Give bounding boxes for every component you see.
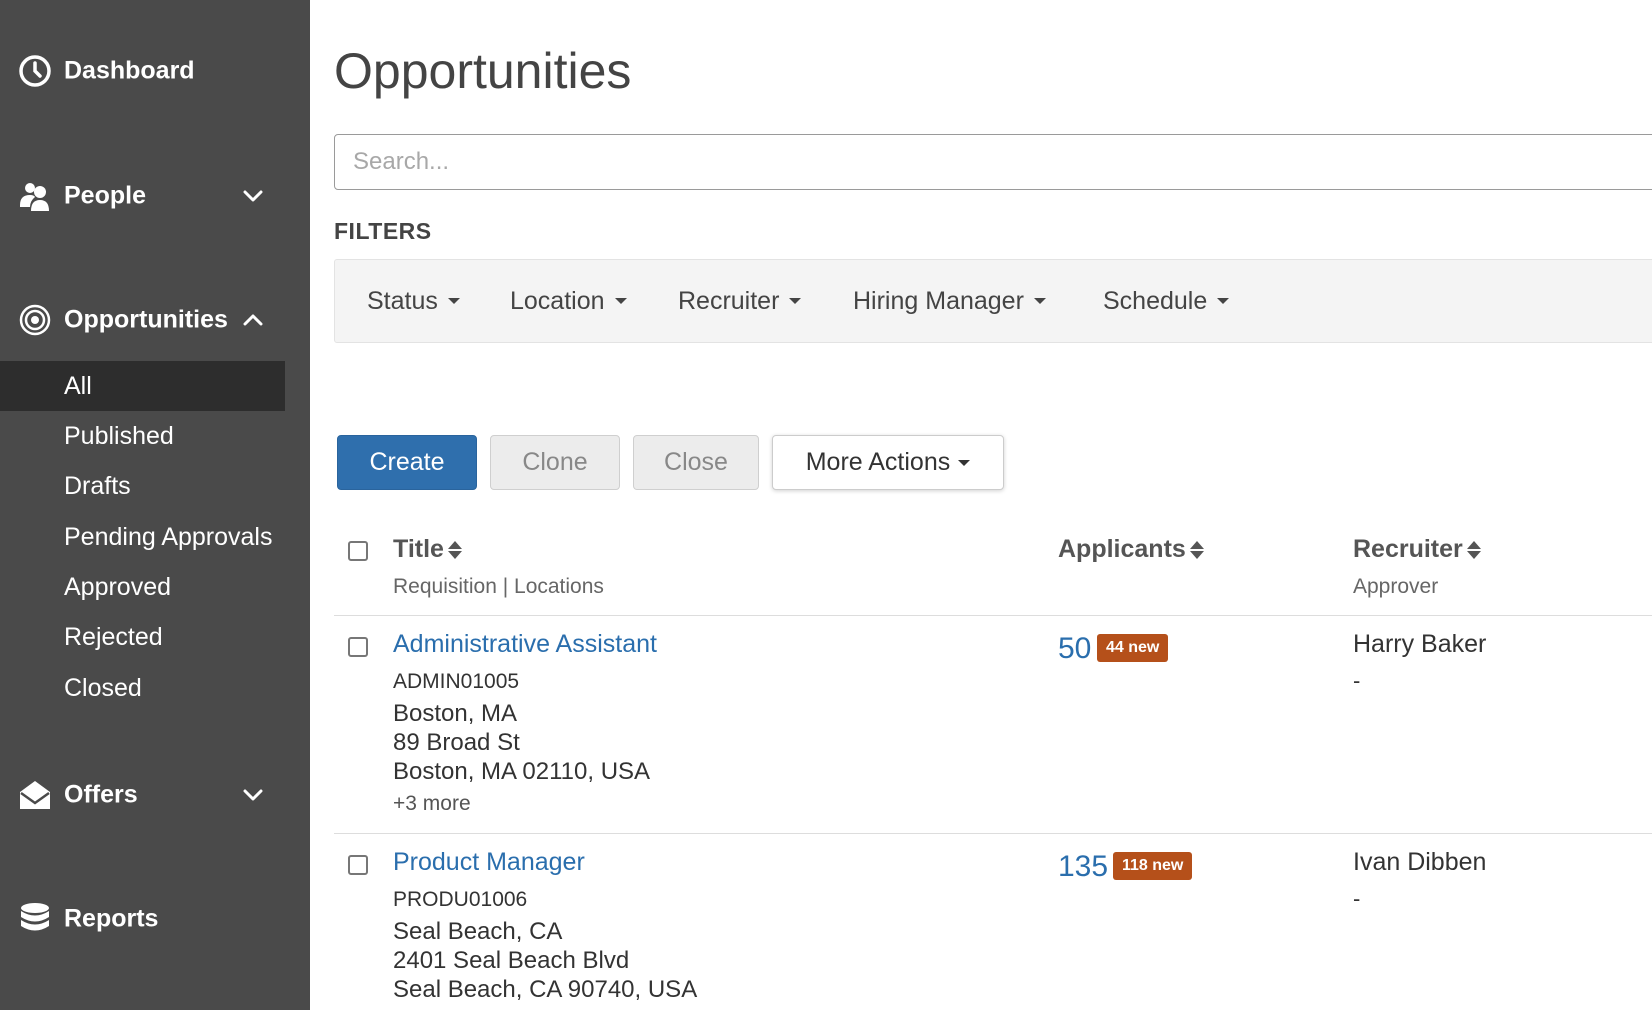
location-line: 89 Broad St <box>393 729 520 756</box>
row-divider <box>334 833 1652 834</box>
caret-down-icon <box>958 459 971 466</box>
sidebar-item-published[interactable]: Published <box>0 411 285 461</box>
chevron-down-icon <box>240 183 266 209</box>
close-button[interactable]: Close <box>633 435 759 490</box>
search-input[interactable] <box>334 134 1652 190</box>
sort-icon <box>447 540 462 559</box>
chevron-down-icon <box>240 782 266 808</box>
filter-status-label: Status <box>367 286 438 315</box>
location-line: Boston, MA <box>393 700 518 727</box>
database-icon <box>18 902 52 936</box>
filter-bar: Status Location Recruiter Hiring Manager… <box>334 259 1652 343</box>
location-line: Seal Beach, CA 90740, USA <box>393 976 698 1003</box>
filter-hiring-manager-label: Hiring Manager <box>853 286 1024 315</box>
sidebar-item-all[interactable]: All <box>0 361 285 411</box>
filter-schedule[interactable]: Schedule <box>1103 260 1230 342</box>
target-icon <box>18 303 52 337</box>
approver-name: - <box>1353 886 1361 911</box>
column-header-title[interactable]: Title <box>393 535 462 564</box>
sidebar-item-rejected[interactable]: Rejected <box>0 612 285 662</box>
approver-name: - <box>1353 668 1361 693</box>
caret-down-icon <box>447 298 460 304</box>
recruiter-name: Ivan Dibben <box>1353 848 1487 876</box>
more-locations-link[interactable]: +3 more <box>393 792 471 816</box>
row-divider <box>334 615 1652 616</box>
filter-recruiter-label: Recruiter <box>678 286 780 315</box>
filter-location[interactable]: Location <box>510 260 627 342</box>
more-actions-label: More Actions <box>805 448 951 476</box>
nav-reports-label: Reports <box>64 904 159 933</box>
sort-icon <box>1189 540 1204 559</box>
caret-down-icon <box>1033 298 1046 304</box>
sidebar-item-closed[interactable]: Closed <box>0 663 285 713</box>
row-checkbox[interactable] <box>348 855 368 875</box>
caret-down-icon <box>614 298 627 304</box>
new-applicants-badge: 44 new <box>1097 634 1169 662</box>
requisition-id: PRODU01006 <box>393 888 528 911</box>
column-header-title-label: Title <box>393 535 444 563</box>
nav-people-label: People <box>64 181 146 210</box>
nav-opportunities-label: Opportunities <box>64 305 228 334</box>
column-header-applicants-label: Applicants <box>1058 535 1186 563</box>
applicant-count[interactable]: 50 <box>1058 632 1091 666</box>
chevron-up-icon <box>240 307 266 333</box>
column-header-recruiter-label: Recruiter <box>1353 535 1463 563</box>
create-button[interactable]: Create <box>337 435 477 490</box>
nav-offers-label: Offers <box>64 780 138 809</box>
column-subheader-requisition-locations: Requisition | Locations <box>393 575 604 598</box>
filter-recruiter[interactable]: Recruiter <box>678 260 802 342</box>
nav-people[interactable]: People <box>0 170 310 222</box>
nav-dashboard-label: Dashboard <box>64 56 195 85</box>
filter-schedule-label: Schedule <box>1103 286 1208 315</box>
column-subheader-approver: Approver <box>1353 575 1439 598</box>
filter-hiring-manager[interactable]: Hiring Manager <box>853 260 1046 342</box>
requisition-id: ADMIN01005 <box>393 670 520 693</box>
recruiter-name: Harry Baker <box>1353 630 1487 658</box>
nav-dashboard[interactable]: Dashboard <box>0 45 310 97</box>
select-all-checkbox[interactable] <box>348 541 368 561</box>
applicant-count[interactable]: 135 <box>1058 850 1108 884</box>
column-header-applicants[interactable]: Applicants <box>1058 535 1204 564</box>
sidebar: Dashboard People Opportunities All Publi… <box>0 0 310 1010</box>
clock-icon <box>18 54 52 88</box>
row-checkbox[interactable] <box>348 637 368 657</box>
location-line: Seal Beach, CA <box>393 918 563 945</box>
envelope-open-icon <box>18 778 52 812</box>
location-line: 2401 Seal Beach Blvd <box>393 947 630 974</box>
caret-down-icon <box>1217 298 1230 304</box>
page-title: Opportunities <box>334 43 632 99</box>
filter-status[interactable]: Status <box>367 260 460 342</box>
nav-reports[interactable]: Reports <box>0 893 310 945</box>
more-actions-button[interactable]: More Actions <box>772 435 1004 490</box>
job-title-link[interactable]: Product Manager <box>393 848 585 877</box>
clone-button[interactable]: Clone <box>490 435 620 490</box>
job-title-link[interactable]: Administrative Assistant <box>393 630 657 659</box>
sort-icon <box>1466 540 1481 559</box>
sidebar-item-drafts[interactable]: Drafts <box>0 461 285 511</box>
main-content: Opportunities FILTERS Status Location Re… <box>334 0 1652 1010</box>
caret-down-icon <box>789 298 802 304</box>
filter-location-label: Location <box>510 286 605 315</box>
sidebar-item-approved[interactable]: Approved <box>0 562 285 612</box>
column-header-recruiter[interactable]: Recruiter <box>1353 535 1481 564</box>
new-applicants-badge: 118 new <box>1113 852 1193 880</box>
nav-offers[interactable]: Offers <box>0 769 310 821</box>
nav-opportunities[interactable]: Opportunities <box>0 294 310 346</box>
sidebar-item-pending-approvals[interactable]: Pending Approvals <box>0 512 285 562</box>
users-icon <box>18 179 52 213</box>
location-line: Boston, MA 02110, USA <box>393 758 651 785</box>
filters-label: FILTERS <box>334 218 432 244</box>
